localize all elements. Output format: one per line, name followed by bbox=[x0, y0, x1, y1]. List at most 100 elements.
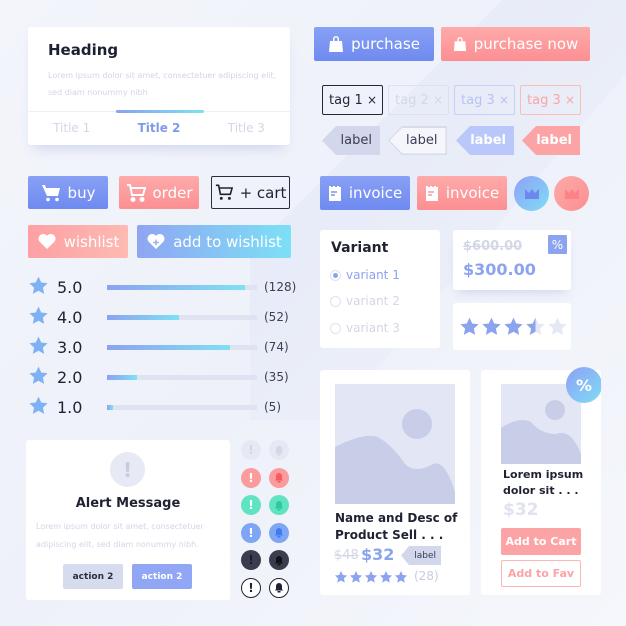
star-icon[interactable] bbox=[525, 316, 546, 341]
tag-3-pink[interactable]: tag 3 × bbox=[520, 85, 581, 115]
exclamation-icon: ! bbox=[241, 550, 261, 570]
heart-icon bbox=[38, 233, 56, 250]
alert-primary-action-button[interactable]: action 2 bbox=[132, 564, 192, 589]
rating-row[interactable]: 2.0 (35) bbox=[28, 365, 289, 390]
star-icon[interactable] bbox=[547, 316, 568, 341]
tab-bar: Title 1 Title 2 Title 3 bbox=[28, 110, 290, 145]
rating-row[interactable]: 5.0 (128) bbox=[28, 276, 297, 297]
crown-icon bbox=[524, 188, 539, 199]
variant-option-1[interactable]: variant 1 bbox=[330, 268, 400, 282]
product-price: $32 bbox=[361, 545, 395, 564]
star-icon bbox=[28, 395, 49, 420]
radio-button[interactable] bbox=[330, 322, 341, 334]
tag-label: tag 3 bbox=[461, 92, 495, 108]
rating-bar-track bbox=[107, 374, 257, 380]
shopping-bag-icon bbox=[329, 36, 344, 52]
buy-button[interactable]: buy bbox=[28, 176, 108, 209]
purchase-button[interactable]: purchase bbox=[314, 27, 434, 61]
product-name: Lorem ipsum dolor sit . . . bbox=[503, 468, 584, 497]
radio-button[interactable] bbox=[330, 295, 341, 307]
tag-2[interactable]: tag 2 × bbox=[388, 85, 449, 115]
close-icon[interactable]: × bbox=[499, 93, 509, 107]
add-to-wishlist-button[interactable]: add to wishlist bbox=[137, 225, 291, 258]
add-to-fav-button[interactable]: Add to Fav bbox=[501, 560, 581, 587]
star-icon[interactable] bbox=[481, 316, 502, 341]
shopping-bag-icon bbox=[453, 37, 466, 51]
variant-option-label: variant 2 bbox=[346, 294, 400, 308]
bell-icon bbox=[269, 440, 289, 460]
star-icon[interactable] bbox=[503, 316, 524, 341]
wishlist-label: wishlist bbox=[63, 232, 120, 251]
wishlist-button[interactable]: wishlist bbox=[28, 225, 128, 258]
bell-icon bbox=[269, 467, 289, 488]
rating-bar-track bbox=[107, 404, 257, 410]
invoice-label: invoice bbox=[348, 184, 403, 202]
exclamation-icon: ! bbox=[241, 522, 261, 543]
product-image-placeholder bbox=[335, 384, 455, 504]
product-card-2[interactable]: Lorem ipsum dolor sit . . . $32 Add to C… bbox=[481, 370, 601, 595]
star-rating[interactable] bbox=[459, 316, 568, 341]
star-icon[interactable] bbox=[459, 316, 480, 341]
product-old-price: $48 bbox=[334, 548, 359, 563]
current-price: $300.00 bbox=[463, 260, 536, 279]
close-icon[interactable]: × bbox=[565, 93, 575, 107]
invoice-button-pink[interactable]: invoice bbox=[417, 176, 507, 210]
star-icon bbox=[394, 569, 408, 588]
product-card-1[interactable]: Name and Desc of Product Sell . . . $48 … bbox=[320, 370, 470, 595]
star-icon bbox=[364, 569, 378, 588]
rating-bar-fill bbox=[107, 284, 245, 290]
invoice-label: invoice bbox=[445, 184, 500, 202]
star-icon bbox=[334, 569, 348, 588]
purchase-now-button[interactable]: purchase now bbox=[441, 27, 590, 61]
label-blue: label bbox=[456, 126, 514, 155]
crown-button-blue[interactable] bbox=[514, 176, 549, 211]
order-label: order bbox=[152, 183, 193, 202]
rating-count: (35) bbox=[264, 370, 289, 384]
exclamation-icon: ! bbox=[110, 452, 145, 487]
rating-row[interactable]: 4.0 (52) bbox=[28, 305, 289, 330]
tab-title-1[interactable]: Title 1 bbox=[28, 112, 115, 145]
purchase-now-label: purchase now bbox=[473, 35, 579, 53]
alert-secondary-action-button[interactable]: action 2 bbox=[63, 564, 123, 589]
exclamation-icon: ! bbox=[241, 440, 261, 460]
tag-1[interactable]: tag 1 × bbox=[322, 85, 383, 115]
variant-option-label: variant 3 bbox=[346, 321, 400, 335]
star-icon bbox=[28, 305, 49, 330]
rating-row[interactable]: 1.0 (5) bbox=[28, 395, 281, 420]
variant-title: Variant bbox=[331, 240, 389, 256]
shopping-cart-outline-icon bbox=[126, 183, 146, 202]
add-to-cart-button[interactable]: Add to Cart bbox=[501, 528, 581, 555]
tag-label: tag 2 bbox=[395, 92, 429, 108]
star-icon bbox=[28, 365, 49, 390]
card-heading: Heading bbox=[48, 41, 119, 59]
tag-3-blue[interactable]: tag 3 × bbox=[454, 85, 515, 115]
rating-count: (52) bbox=[264, 310, 289, 324]
close-icon[interactable]: × bbox=[433, 93, 443, 107]
heart-plus-icon bbox=[147, 233, 165, 250]
crown-button-pink[interactable] bbox=[554, 176, 589, 211]
shopping-cart-icon bbox=[41, 184, 60, 201]
star-rating-card bbox=[453, 303, 571, 350]
add-cart-button[interactable]: + cart bbox=[211, 176, 290, 209]
product-label: label bbox=[401, 546, 441, 565]
tab-title-2[interactable]: Title 2 bbox=[115, 112, 202, 145]
tag-label: tag 3 bbox=[527, 92, 561, 108]
variant-option-label: variant 1 bbox=[346, 268, 400, 282]
variant-option-3[interactable]: variant 3 bbox=[330, 321, 400, 335]
radio-button[interactable] bbox=[330, 269, 341, 281]
rating-row[interactable]: 3.0 (74) bbox=[28, 336, 289, 357]
bell-icon bbox=[269, 550, 289, 570]
order-button[interactable]: order bbox=[119, 176, 199, 209]
variant-option-2[interactable]: variant 2 bbox=[330, 294, 400, 308]
tab-title-3[interactable]: Title 3 bbox=[203, 112, 290, 145]
star-icon bbox=[349, 569, 363, 588]
shopping-cart-outline-icon bbox=[215, 184, 233, 200]
close-icon[interactable]: × bbox=[367, 93, 377, 107]
exclamation-icon: ! bbox=[241, 467, 261, 488]
rating-count: (128) bbox=[264, 280, 297, 294]
invoice-button-blue[interactable]: invoice bbox=[320, 176, 410, 210]
add-cart-label: + cart bbox=[239, 183, 287, 202]
discount-badge: % bbox=[548, 235, 567, 254]
review-count: (28) bbox=[414, 569, 439, 583]
price-card: $600.00 $300.00 % bbox=[453, 230, 571, 290]
